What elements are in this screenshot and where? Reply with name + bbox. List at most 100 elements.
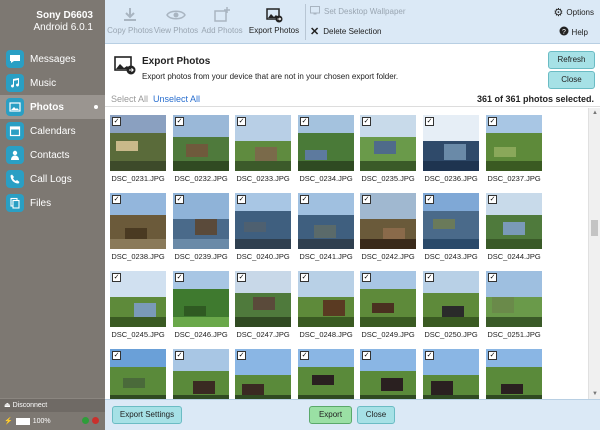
photo-tile[interactable]: ✓ DSC_0248.JPG [298,271,354,339]
close-button[interactable]: Close [548,71,595,89]
photo-thumbnail[interactable]: ✓ [423,193,479,249]
sidebar-item-call-logs[interactable]: Call Logs [0,167,105,191]
photo-thumbnail[interactable]: ✓ [360,193,416,249]
unselect-all-link[interactable]: Unselect All [153,94,200,104]
photo-tile[interactable]: ✓ [423,349,479,399]
photo-checkbox[interactable]: ✓ [300,117,309,126]
photo-tile[interactable]: ✓ DSC_0235.JPG [360,115,416,183]
photo-tile[interactable]: ✓ DSC_0251.JPG [486,271,542,339]
sidebar-item-music[interactable]: Music [0,71,105,95]
photo-tile[interactable]: ✓ DSC_0244.JPG [486,193,542,261]
photo-thumbnail[interactable]: ✓ [173,271,229,327]
photo-thumbnail[interactable]: ✓ [235,349,291,399]
disconnect-button[interactable]: ⏏ Disconnect [0,398,105,412]
photo-tile[interactable]: ✓ [173,349,229,399]
close-button[interactable]: Close [357,406,395,424]
photo-thumbnail[interactable]: ✓ [173,349,229,399]
photo-tile[interactable]: ✓ DSC_0243.JPG [423,193,479,261]
photo-thumbnail[interactable]: ✓ [360,349,416,399]
photo-thumbnail[interactable]: ✓ [423,271,479,327]
copy-photos-button[interactable]: Copy Photos [107,4,153,35]
photo-checkbox[interactable]: ✓ [425,273,434,282]
photo-checkbox[interactable]: ✓ [425,117,434,126]
photo-tile[interactable]: ✓ [298,349,354,399]
photo-thumbnail[interactable]: ✓ [360,115,416,171]
photo-checkbox[interactable]: ✓ [425,351,434,360]
photo-tile[interactable]: ✓ DSC_0238.JPG [110,193,166,261]
sidebar-item-photos[interactable]: Photos [0,95,105,119]
photo-thumbnail[interactable]: ✓ [486,193,542,249]
photo-thumbnail[interactable]: ✓ [298,115,354,171]
view-photos-button[interactable]: View Photos [153,4,199,35]
photo-checkbox[interactable]: ✓ [175,273,184,282]
photo-tile[interactable]: ✓ DSC_0232.JPG [173,115,229,183]
photo-checkbox[interactable]: ✓ [362,273,371,282]
photo-tile[interactable]: ✓ [235,349,291,399]
photo-tile[interactable]: ✓ DSC_0245.JPG [110,271,166,339]
photo-tile[interactable]: ✓ DSC_0249.JPG [360,271,416,339]
photo-thumbnail[interactable]: ✓ [110,271,166,327]
photo-tile[interactable]: ✓ DSC_0234.JPG [298,115,354,183]
photo-thumbnail[interactable]: ✓ [173,193,229,249]
add-photos-button[interactable]: Add Photos [199,4,245,35]
photo-tile[interactable]: ✓ DSC_0247.JPG [235,271,291,339]
photo-checkbox[interactable]: ✓ [488,195,497,204]
photo-checkbox[interactable]: ✓ [237,117,246,126]
photo-thumbnail[interactable]: ✓ [235,193,291,249]
photo-tile[interactable]: ✓ DSC_0246.JPG [173,271,229,339]
delete-selection-button[interactable]: ✕ Delete Selection [310,25,381,38]
photo-tile[interactable]: ✓ DSC_0237.JPG [486,115,542,183]
photo-checkbox[interactable]: ✓ [362,195,371,204]
photo-checkbox[interactable]: ✓ [300,273,309,282]
photo-checkbox[interactable]: ✓ [300,351,309,360]
photo-thumbnail[interactable]: ✓ [360,271,416,327]
photo-tile[interactable]: ✓ DSC_0240.JPG [235,193,291,261]
photo-thumbnail[interactable]: ✓ [173,115,229,171]
photo-tile[interactable]: ✓ [360,349,416,399]
scroll-down-icon[interactable]: ▼ [592,391,598,397]
photo-checkbox[interactable]: ✓ [175,351,184,360]
export-button[interactable]: Export [309,406,352,424]
photo-thumbnail[interactable]: ✓ [235,115,291,171]
select-all-link[interactable]: Select All [111,94,148,104]
photo-checkbox[interactable]: ✓ [362,117,371,126]
vertical-scrollbar[interactable]: ▲ ▼ [588,108,600,399]
photo-tile[interactable]: ✓ [486,349,542,399]
photo-thumbnail[interactable]: ✓ [486,115,542,171]
set-desktop-wallpaper-button[interactable]: Set Desktop Wallpaper [310,6,406,17]
photo-thumbnail[interactable]: ✓ [298,193,354,249]
photo-checkbox[interactable]: ✓ [237,195,246,204]
photo-checkbox[interactable]: ✓ [362,351,371,360]
photo-checkbox[interactable]: ✓ [175,117,184,126]
photo-thumbnail[interactable]: ✓ [110,349,166,399]
photo-tile[interactable]: ✓ DSC_0236.JPG [423,115,479,183]
photo-checkbox[interactable]: ✓ [112,117,121,126]
options-button[interactable]: ⚙ Options [554,6,594,19]
sidebar-item-calendars[interactable]: Calendars [0,119,105,143]
photo-thumbnail[interactable]: ✓ [298,271,354,327]
scroll-up-icon[interactable]: ▲ [592,110,598,116]
photo-thumbnail[interactable]: ✓ [486,271,542,327]
photo-checkbox[interactable]: ✓ [175,195,184,204]
photo-thumbnail[interactable]: ✓ [110,193,166,249]
photo-thumbnail[interactable]: ✓ [298,349,354,399]
photo-checkbox[interactable]: ✓ [237,351,246,360]
photo-checkbox[interactable]: ✓ [112,351,121,360]
photo-tile[interactable]: ✓ DSC_0239.JPG [173,193,229,261]
photo-checkbox[interactable]: ✓ [112,195,121,204]
export-settings-button[interactable]: Export Settings [112,406,182,424]
scrollbar-thumb[interactable] [591,220,598,236]
photo-tile[interactable]: ✓ DSC_0242.JPG [360,193,416,261]
photo-checkbox[interactable]: ✓ [425,195,434,204]
photo-tile[interactable]: ✓ DSC_0250.JPG [423,271,479,339]
photo-thumbnail[interactable]: ✓ [423,115,479,171]
export-photos-button[interactable]: Export Photos [245,4,303,35]
photo-checkbox[interactable]: ✓ [488,273,497,282]
photo-thumbnail[interactable]: ✓ [423,349,479,399]
photo-tile[interactable]: ✓ DSC_0231.JPG [110,115,166,183]
photo-checkbox[interactable]: ✓ [488,117,497,126]
photo-thumbnail[interactable]: ✓ [486,349,542,399]
photo-checkbox[interactable]: ✓ [112,273,121,282]
photo-checkbox[interactable]: ✓ [488,351,497,360]
photo-thumbnail[interactable]: ✓ [110,115,166,171]
